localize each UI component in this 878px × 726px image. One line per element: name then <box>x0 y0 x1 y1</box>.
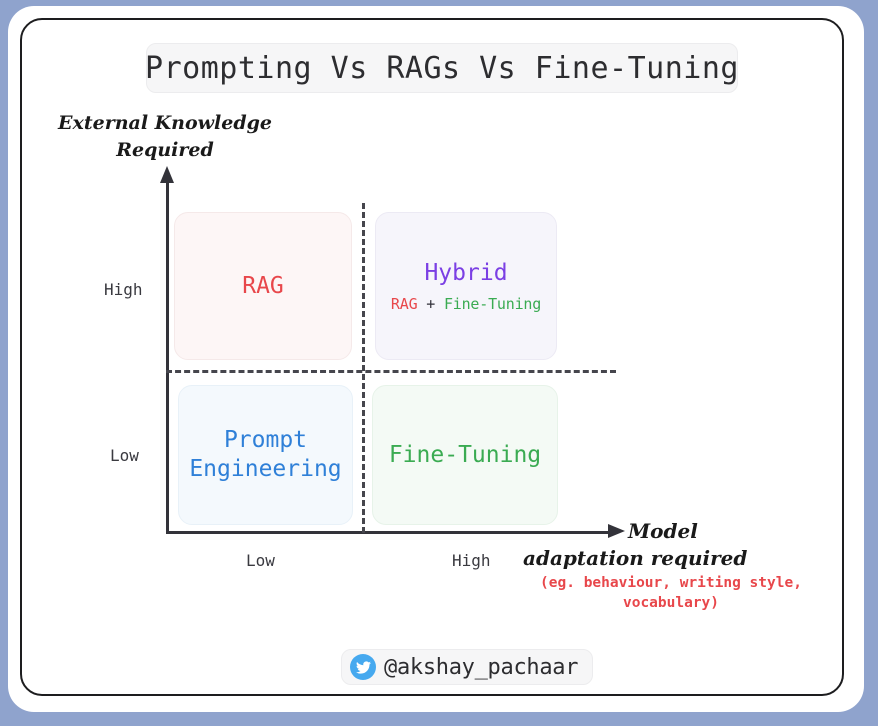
diagram-canvas: Prompting Vs RAGs Vs Fine-Tuning Externa… <box>0 0 878 726</box>
x-axis-line <box>166 531 610 534</box>
y-axis-arrow-icon <box>160 166 174 183</box>
author-handle-chip[interactable]: @akshay_pachaar <box>341 649 594 685</box>
x-tick-low: Low <box>246 551 275 570</box>
author-handle-text: @akshay_pachaar <box>384 654 579 680</box>
vertical-divider-dashed <box>362 203 365 533</box>
page-title: Prompting Vs RAGs Vs Fine-Tuning <box>145 50 739 86</box>
y-tick-high: High <box>104 280 143 299</box>
quadrant-fine-tuning[interactable]: Fine-Tuning <box>372 385 558 525</box>
quadrant-prompt-engineering[interactable]: Prompt Engineering <box>178 385 353 525</box>
quadrant-rag[interactable]: RAG <box>174 212 352 360</box>
quadrant-fine-tuning-label: Fine-Tuning <box>388 441 542 468</box>
y-tick-low: Low <box>110 446 139 465</box>
quadrant-hybrid-sub-space <box>435 295 444 313</box>
quadrant-hybrid-sublabel: RAG + Fine-Tuning <box>391 295 541 313</box>
x-axis-title-line1: Model <box>628 519 698 543</box>
quadrant-hybrid[interactable]: Hybrid RAG + Fine-Tuning <box>375 212 557 360</box>
x-axis-title-line2: adaptation required <box>523 546 748 570</box>
y-axis-title: External Knowledge Required <box>58 112 272 161</box>
y-axis-line <box>166 182 169 534</box>
quadrant-hybrid-plus-icon: + <box>426 295 436 313</box>
quadrant-hybrid-sub-rag: RAG <box>390 295 418 313</box>
x-axis-arrow-icon <box>608 524 625 538</box>
twitter-bird-icon <box>350 654 376 680</box>
quadrant-rag-label: RAG <box>242 272 284 299</box>
quadrant-prompt-engineering-label: Prompt Engineering <box>189 427 342 482</box>
quadrant-hybrid-label: Hybrid <box>424 260 508 286</box>
diagram-title-chip: Prompting Vs RAGs Vs Fine-Tuning <box>145 43 739 93</box>
quadrant-hybrid-sub-finetuning: Fine-Tuning <box>443 295 542 313</box>
quadrant-hybrid-sub-plus <box>417 295 426 313</box>
x-tick-high: High <box>452 551 491 570</box>
horizontal-divider-dashed <box>166 370 616 373</box>
x-axis-note: (eg. behaviour, writing style, vocabular… <box>540 575 802 611</box>
